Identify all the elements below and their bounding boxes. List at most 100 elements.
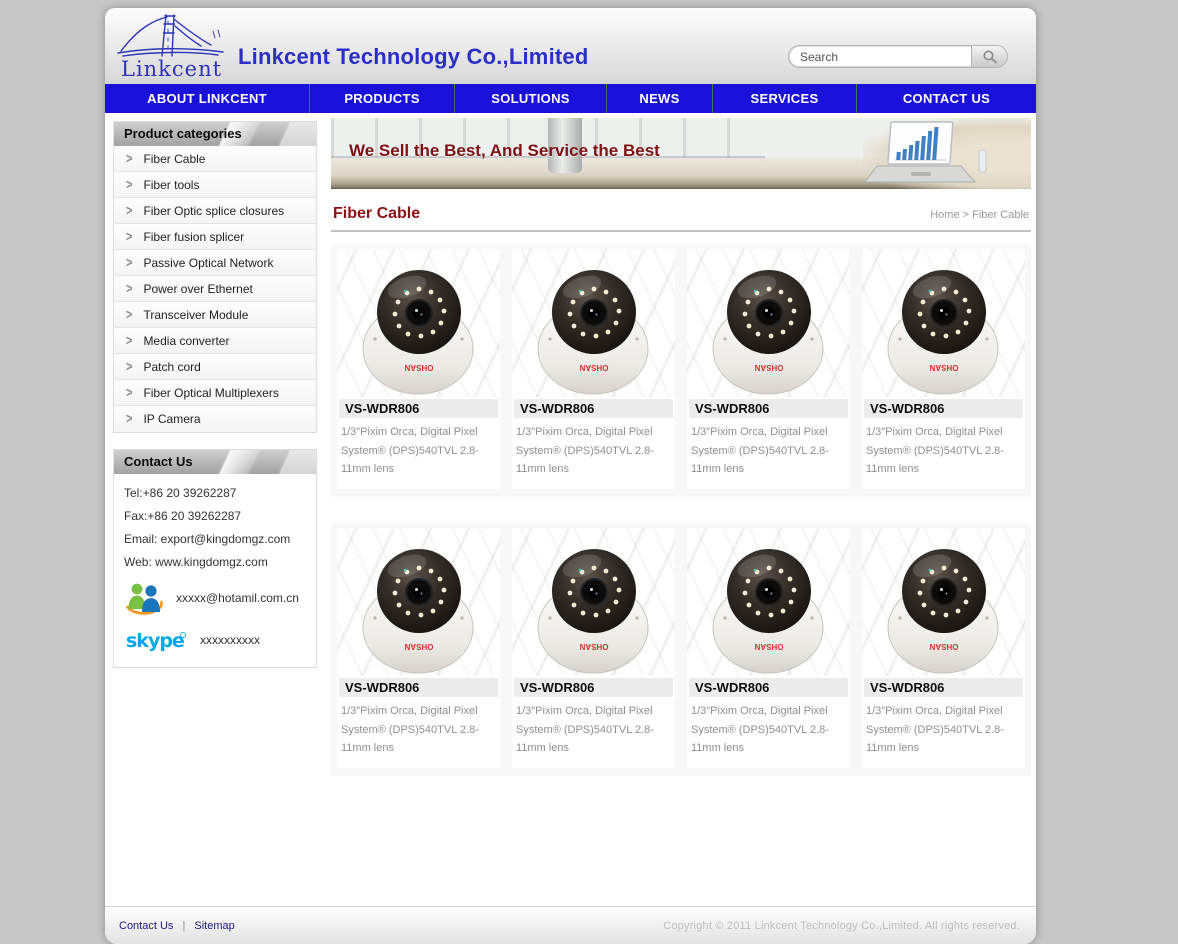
- sidebar-category-label: Media converter: [143, 334, 229, 348]
- sidebar-category-fiber-optical-multiplexers[interactable]: > Fiber Optical Multiplexers: [114, 380, 316, 406]
- sidebar-category-label: Patch cord: [143, 360, 200, 374]
- product-name[interactable]: VS-WDR806: [864, 399, 1023, 418]
- product-image[interactable]: OHSAN: [862, 528, 1025, 676]
- svg-text:OHSAN: OHSAN: [929, 642, 958, 651]
- footer-link-separator: |: [182, 920, 185, 932]
- product-description: 1/3″Pixim Orca, Digital Pixel System® (D…: [862, 702, 1025, 768]
- logo[interactable]: Linkcent: [115, 11, 235, 81]
- chevron-right-icon: >: [126, 151, 132, 166]
- dome-camera-image: OHSAN: [703, 530, 835, 675]
- product-image[interactable]: OHSAN: [687, 528, 850, 676]
- chevron-right-icon: >: [126, 203, 132, 218]
- product-name[interactable]: VS-WDR806: [864, 678, 1023, 697]
- product-name[interactable]: VS-WDR806: [514, 399, 673, 418]
- product-image[interactable]: OHSAN: [862, 249, 1025, 397]
- sidebar-category-label: Fiber Optic splice closures: [143, 204, 284, 218]
- chevron-right-icon: >: [126, 177, 132, 192]
- sidebar-category-passive-optical-network[interactable]: > Passive Optical Network: [114, 250, 316, 276]
- sidebar-category-transceiver-module[interactable]: > Transceiver Module: [114, 302, 316, 328]
- breadcrumb-current: Fiber Cable: [972, 209, 1029, 221]
- main-nav: ABOUT LINKCENT PRODUCTS SOLUTIONS NEWS S…: [105, 84, 1036, 113]
- dome-camera-image: OHSAN: [878, 530, 1010, 675]
- product-name[interactable]: VS-WDR806: [689, 399, 848, 418]
- chevron-right-icon: >: [126, 307, 132, 322]
- chevron-right-icon: >: [126, 412, 132, 427]
- footer-copyright: Copyright © 2011 Linkcent Technology Co.…: [663, 920, 1020, 932]
- search-input[interactable]: [790, 47, 971, 66]
- sidebar: Product categories > Fiber Cable > Fiber…: [113, 118, 317, 668]
- dome-camera-image: OHSAN: [878, 251, 1010, 396]
- skype-row: skype xxxxxxxxxx: [124, 627, 306, 653]
- product-image[interactable]: OHSAN: [337, 528, 500, 676]
- dome-camera-image: OHSAN: [528, 530, 660, 675]
- sidebar-category-fiber-tools[interactable]: > Fiber tools: [114, 172, 316, 198]
- header: Linkcent Linkcent Technology Co.,Limited: [105, 8, 1036, 84]
- product-description: 1/3″Pixim Orca, Digital Pixel System® (D…: [512, 702, 675, 768]
- search-button[interactable]: [971, 46, 1007, 67]
- msn-contact[interactable]: xxxxx@hotamil.com.cn: [176, 591, 299, 605]
- bridge-sketch-icon: [115, 11, 235, 57]
- spacer: [331, 776, 1031, 906]
- product-name[interactable]: VS-WDR806: [339, 678, 498, 697]
- product-image[interactable]: OHSAN: [687, 249, 850, 397]
- product-categories-box: Product categories > Fiber Cable > Fiber…: [113, 121, 317, 433]
- chevron-right-icon: >: [126, 385, 132, 400]
- sidebar-category-fiber-optic-splice-closures[interactable]: > Fiber Optic splice closures: [114, 198, 316, 224]
- footer-link-contact-us[interactable]: Contact Us: [119, 920, 173, 932]
- product-categories-list: > Fiber Cable > Fiber tools > Fiber Opti…: [114, 146, 316, 432]
- sidebar-category-patch-cord[interactable]: > Patch cord: [114, 354, 316, 380]
- product-image[interactable]: OHSAN: [337, 249, 500, 397]
- nav-services[interactable]: SERVICES: [713, 84, 857, 113]
- product-card: OHSAN VS-WDR806 1/3″Pixim Orca, Digital …: [687, 528, 850, 768]
- product-description: 1/3″Pixim Orca, Digital Pixel System® (D…: [337, 423, 500, 489]
- chevron-right-icon: >: [126, 333, 132, 348]
- svg-text:skype: skype: [126, 630, 184, 652]
- page-title: Fiber Cable: [333, 205, 420, 223]
- sidebar-category-fiber-fusion-splicer[interactable]: > Fiber fusion splicer: [114, 224, 316, 250]
- nav-contact-us[interactable]: CONTACT US: [857, 84, 1036, 113]
- sidebar-category-fiber-cable[interactable]: > Fiber Cable: [114, 146, 316, 172]
- svg-text:OHSAN: OHSAN: [404, 363, 433, 372]
- breadcrumb-home[interactable]: Home: [930, 209, 959, 221]
- product-name[interactable]: VS-WDR806: [339, 399, 498, 418]
- product-name[interactable]: VS-WDR806: [514, 678, 673, 697]
- nav-news[interactable]: NEWS: [607, 84, 713, 113]
- chevron-right-icon: >: [126, 359, 132, 374]
- chevron-right-icon: >: [126, 229, 132, 244]
- main-area: We Sell the Best, And Service the Best F…: [331, 118, 1031, 906]
- footer-link-sitemap[interactable]: Sitemap: [194, 920, 234, 932]
- sidebar-category-label: Fiber tools: [143, 178, 199, 192]
- sidebar-category-ip-camera[interactable]: > IP Camera: [114, 406, 316, 432]
- product-card: OHSAN VS-WDR806 1/3″Pixim Orca, Digital …: [862, 528, 1025, 768]
- msn-messenger-icon: [124, 579, 164, 617]
- sidebar-category-label: IP Camera: [143, 412, 200, 426]
- skype-contact[interactable]: xxxxxxxxxx: [200, 633, 260, 647]
- product-card: OHSAN VS-WDR806 1/3″Pixim Orca, Digital …: [862, 249, 1025, 489]
- nav-about-linkcent[interactable]: ABOUT LINKCENT: [105, 84, 310, 113]
- search-box: [788, 45, 1008, 68]
- dome-camera-image: OHSAN: [353, 251, 485, 396]
- product-description: 1/3″Pixim Orca, Digital Pixel System® (D…: [862, 423, 1025, 489]
- nav-products[interactable]: PRODUCTS: [310, 84, 455, 113]
- product-card: OHSAN VS-WDR806 1/3″Pixim Orca, Digital …: [337, 528, 500, 768]
- product-categories-title: Product categories: [114, 122, 316, 146]
- banner-slogan: We Sell the Best, And Service the Best: [349, 141, 660, 161]
- contact-email: Email: export@kingdomgz.com: [124, 532, 306, 546]
- product-description: 1/3″Pixim Orca, Digital Pixel System® (D…: [337, 702, 500, 768]
- page: Linkcent Linkcent Technology Co.,Limited…: [105, 8, 1036, 944]
- product-image[interactable]: OHSAN: [512, 528, 675, 676]
- dome-camera-image: OHSAN: [528, 251, 660, 396]
- skype-logo: skype: [124, 627, 188, 653]
- page-head: Fiber Cable Home > Fiber Cable: [331, 205, 1031, 232]
- chevron-right-icon: >: [126, 281, 132, 296]
- sidebar-category-label: Fiber fusion splicer: [143, 230, 244, 244]
- sidebar-category-label: Fiber Optical Multiplexers: [143, 386, 278, 400]
- sidebar-category-media-converter[interactable]: > Media converter: [114, 328, 316, 354]
- product-description: 1/3″Pixim Orca, Digital Pixel System® (D…: [687, 423, 850, 489]
- contact-us-title: Contact Us: [114, 450, 316, 474]
- product-name[interactable]: VS-WDR806: [689, 678, 848, 697]
- dome-camera-image: OHSAN: [353, 530, 485, 675]
- product-image[interactable]: OHSAN: [512, 249, 675, 397]
- sidebar-category-power-over-ethernet[interactable]: > Power over Ethernet: [114, 276, 316, 302]
- nav-solutions[interactable]: SOLUTIONS: [455, 84, 607, 113]
